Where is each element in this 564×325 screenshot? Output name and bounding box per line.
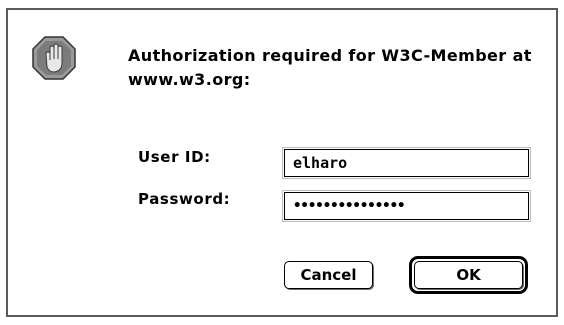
password-field[interactable]	[282, 190, 531, 222]
authorization-dialog: Authorization required for W3C-Member at…	[6, 8, 558, 317]
user-id-field[interactable]	[282, 147, 531, 179]
user-id-label: User ID:	[138, 148, 211, 166]
auth-message: Authorization required for W3C-Member at…	[128, 46, 532, 89]
ok-button[interactable]: OK	[414, 261, 523, 289]
cancel-button[interactable]: Cancel	[284, 261, 373, 289]
password-label: Password:	[138, 190, 231, 208]
stop-hand-icon	[32, 36, 76, 80]
